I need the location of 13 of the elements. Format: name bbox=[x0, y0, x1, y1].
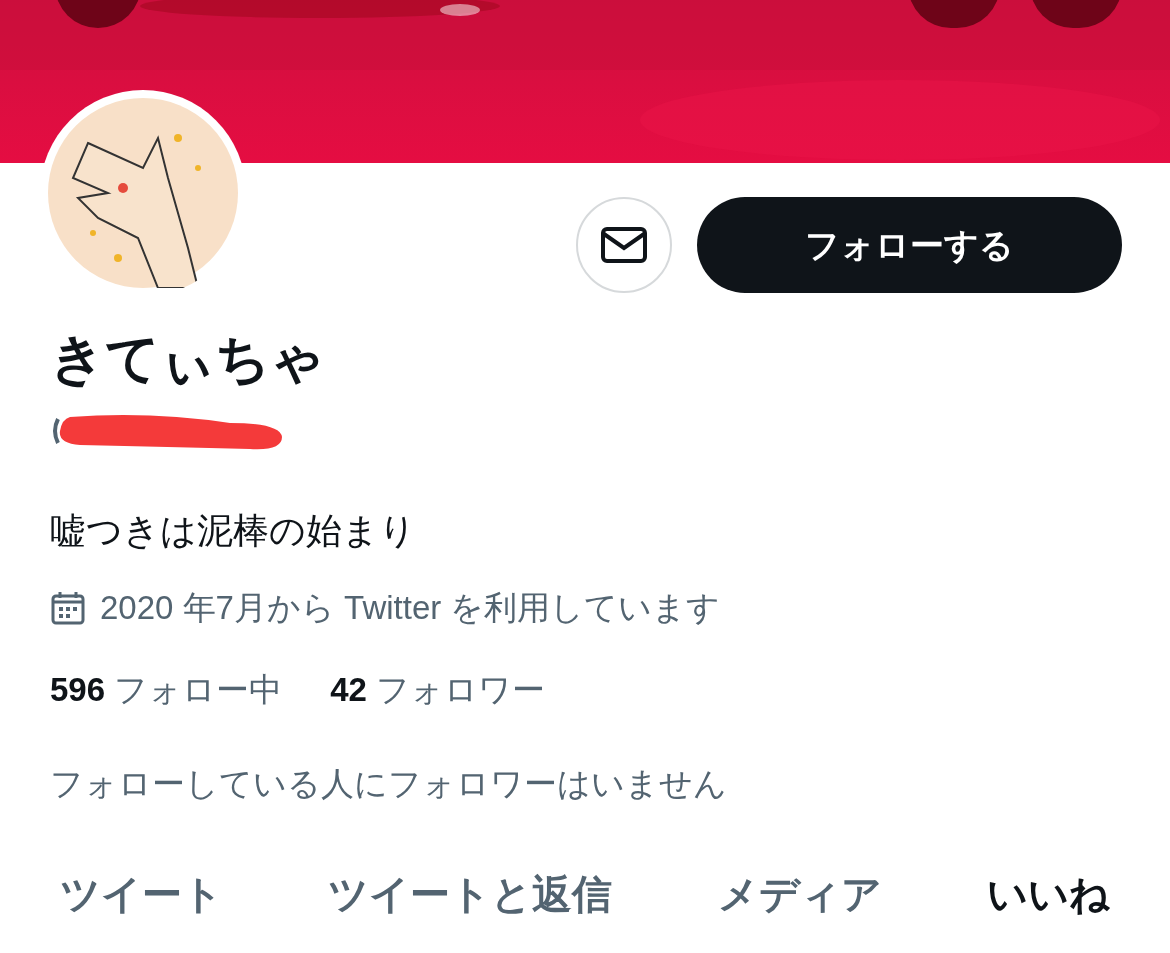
joined-date: 2020 年7月から Twitter を利用しています bbox=[100, 588, 721, 628]
tab[interactable]: ツイート bbox=[60, 866, 223, 922]
followers-note: フォローしている人にフォロワーはいません bbox=[50, 764, 728, 804]
calendar-icon bbox=[50, 590, 86, 626]
stat-link[interactable]: 596 フォロー中 bbox=[50, 668, 283, 712]
tab[interactable]: ツイートと返信 bbox=[328, 866, 613, 922]
profile-name: きてぃちゃ bbox=[50, 327, 326, 390]
stat-link[interactable]: 42 フォロワー bbox=[330, 668, 546, 712]
bio-text: 嘘つきは泥棒の始まり bbox=[50, 509, 417, 553]
tab[interactable]: メディア bbox=[717, 866, 882, 922]
mail-icon bbox=[600, 226, 648, 264]
follow-button[interactable]: フォローする bbox=[697, 197, 1122, 293]
tab[interactable]: いいね bbox=[987, 866, 1110, 922]
